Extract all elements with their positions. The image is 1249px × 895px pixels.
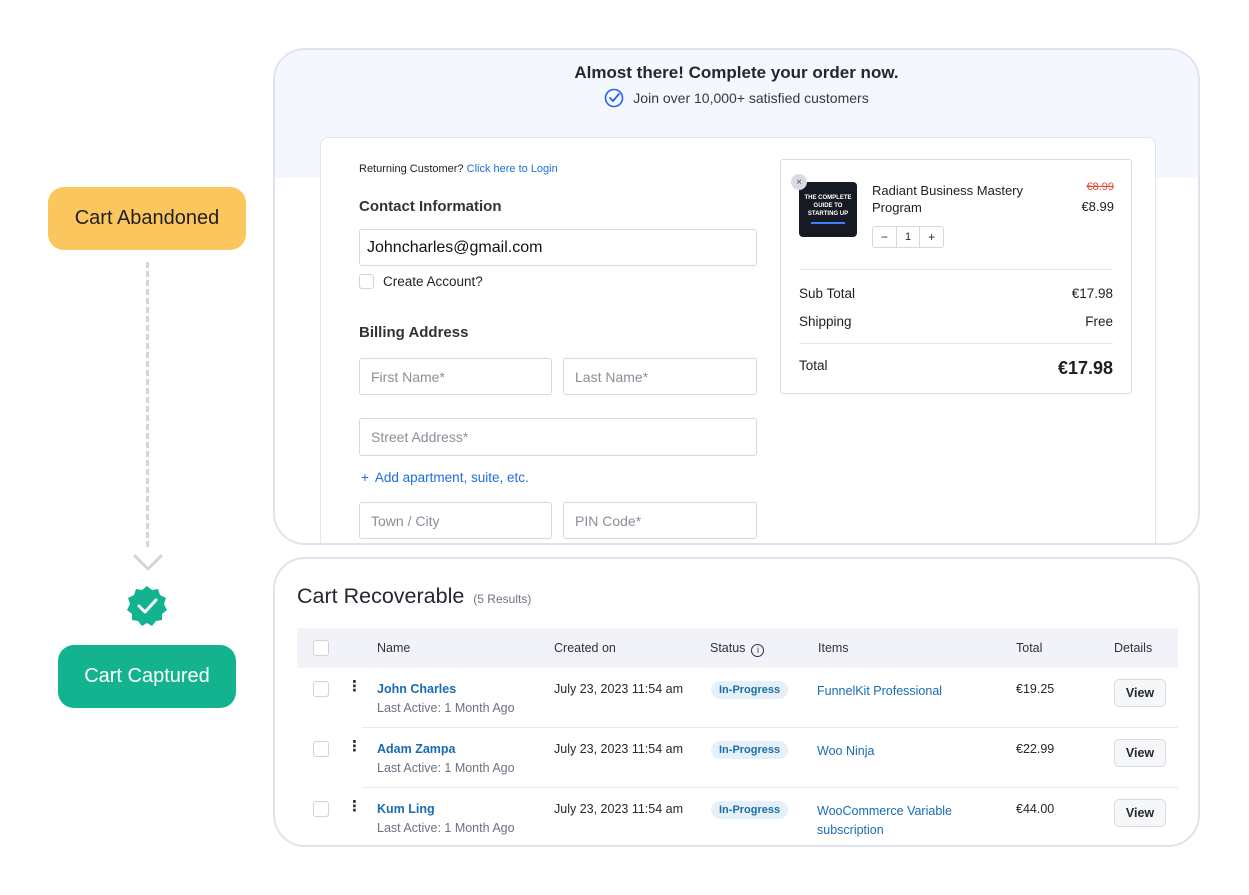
results-count: (5 Results) (473, 592, 532, 606)
flow-connector (146, 262, 149, 547)
created-on: July 23, 2023 11:54 am (554, 742, 684, 756)
row-checkbox[interactable] (313, 741, 329, 757)
returning-customer: Returning Customer? Click here to Login (359, 163, 558, 175)
plus-icon: + (361, 470, 369, 485)
row-total: €22.99 (1016, 742, 1055, 756)
shipping-row: Shipping Free (799, 314, 1113, 329)
row-checkbox[interactable] (313, 801, 329, 817)
verified-badge-icon (127, 586, 167, 626)
first-name-field[interactable]: First Name* (359, 358, 552, 395)
billing-heading: Billing Address (359, 324, 469, 341)
last-active: Last Active: 1 Month Ago (377, 701, 515, 715)
pin-code-field[interactable]: PIN Code* (563, 502, 757, 539)
items-link[interactable]: Woo Ninja (817, 742, 977, 761)
add-apartment-link[interactable]: + Add apartment, suite, etc. (361, 470, 529, 485)
town-city-field[interactable]: Town / City (359, 502, 552, 539)
column-name: Name (377, 641, 411, 655)
shipping-value: Free (1085, 314, 1113, 329)
items-link[interactable]: WooCommerce Variable subscription (817, 802, 977, 840)
created-on: July 23, 2023 11:54 am (554, 682, 684, 696)
subtotal-label: Sub Total (799, 286, 856, 301)
total-row: Total €17.98 (799, 358, 1113, 379)
cart-recoverable-card: Cart Recoverable (5 Results) Name Create… (273, 557, 1200, 847)
street-address-field[interactable]: Street Address* (359, 418, 757, 456)
total-value: €17.98 (1057, 358, 1113, 378)
chevron-down-icon (133, 554, 163, 571)
row-checkbox[interactable] (313, 681, 329, 697)
table-row: ⋮ Adam Zampa Last Active: 1 Month Ago Ju… (297, 728, 1178, 788)
customer-name-link[interactable]: Adam Zampa (377, 742, 456, 756)
view-button[interactable]: View (1114, 679, 1166, 707)
more-options-icon[interactable]: ⋮ (347, 739, 362, 754)
view-button[interactable]: View (1114, 799, 1166, 827)
quantity-value[interactable]: 1 (895, 227, 921, 247)
customer-name-link[interactable]: Kum Ling (377, 802, 435, 816)
subtotal-row: Sub Total €17.98 (799, 286, 1113, 301)
table-row: ⋮ Kum Ling Last Active: 1 Month Ago July… (297, 788, 1178, 845)
social-proof-text: Join over 10,000+ satisfied customers (633, 90, 869, 106)
decrease-quantity-button[interactable]: − (873, 227, 896, 247)
cart-captured-pill: Cart Captured (58, 645, 236, 708)
contact-heading: Contact Information (359, 198, 502, 215)
summary-divider (799, 343, 1113, 344)
product-image: THE COMPLETE GUIDE TO STARTING UP (799, 182, 857, 237)
column-status: Status i (710, 641, 765, 657)
column-created: Created on (554, 641, 616, 655)
status-badge: In-Progress (711, 741, 789, 759)
view-button[interactable]: View (1114, 739, 1166, 767)
row-total: €19.25 (1016, 682, 1055, 696)
info-icon[interactable]: i (751, 644, 765, 657)
column-status-label: Status (710, 641, 746, 655)
cart-abandoned-pill: Cart Abandoned (48, 187, 246, 250)
add-apartment-label: Add apartment, suite, etc. (374, 470, 529, 485)
select-all-checkbox[interactable] (313, 640, 329, 656)
increase-quantity-button[interactable]: + (920, 227, 943, 247)
remove-item-icon[interactable]: × (791, 174, 807, 190)
table-row: ⋮ John Charles Last Active: 1 Month Ago … (297, 668, 1178, 728)
more-options-icon[interactable]: ⋮ (347, 799, 362, 814)
summary-divider (799, 269, 1113, 270)
checkout-subtitle: Join over 10,000+ satisfied customers (275, 88, 1198, 108)
more-options-icon[interactable]: ⋮ (347, 679, 362, 694)
order-summary: THE COMPLETE GUIDE TO STARTING UP × Radi… (780, 159, 1132, 394)
column-items: Items (818, 641, 849, 655)
last-active: Last Active: 1 Month Ago (377, 761, 515, 775)
row-total: €44.00 (1016, 802, 1055, 816)
table-header: Name Created on Status i Items Total Deta… (297, 628, 1178, 668)
column-details: Details (1114, 641, 1153, 655)
quantity-stepper[interactable]: − 1 + (872, 226, 944, 248)
checkout-card: Almost there! Complete your order now. J… (273, 48, 1200, 545)
page-title: Cart Recoverable (297, 584, 465, 608)
status-badge: In-Progress (711, 801, 789, 819)
customer-name-link[interactable]: John Charles (377, 682, 456, 696)
shipping-label: Shipping (799, 314, 852, 329)
subtotal-value: €17.98 (1071, 286, 1113, 301)
last-name-field[interactable]: Last Name* (563, 358, 757, 395)
items-link[interactable]: FunnelKit Professional (817, 682, 977, 701)
create-account-checkbox[interactable] (359, 274, 374, 289)
create-account-label: Create Account? (383, 274, 483, 289)
created-on: July 23, 2023 11:54 am (554, 802, 684, 816)
product-price: €8.99 (1081, 199, 1114, 214)
email-field[interactable]: Johncharles@gmail.com (359, 229, 757, 266)
check-circle-icon (604, 88, 624, 108)
product-price-old: €8.99 (1086, 181, 1114, 193)
product-name: Radiant Business Mastery Program (872, 183, 1024, 215)
create-account-option[interactable]: Create Account? (359, 274, 483, 289)
last-active: Last Active: 1 Month Ago (377, 821, 515, 835)
login-link[interactable]: Click here to Login (467, 163, 558, 175)
product-image-text: THE COMPLETE GUIDE TO STARTING UP (804, 195, 852, 217)
returning-text: Returning Customer? (359, 163, 464, 175)
checkout-title: Almost there! Complete your order now. (574, 63, 899, 82)
column-total: Total (1016, 641, 1043, 655)
checkout-form-panel: Returning Customer? Click here to Login … (320, 137, 1156, 543)
total-label: Total (799, 358, 828, 373)
cart-recoverable-heading: Cart Recoverable (5 Results) (297, 584, 531, 609)
status-badge: In-Progress (711, 681, 789, 699)
